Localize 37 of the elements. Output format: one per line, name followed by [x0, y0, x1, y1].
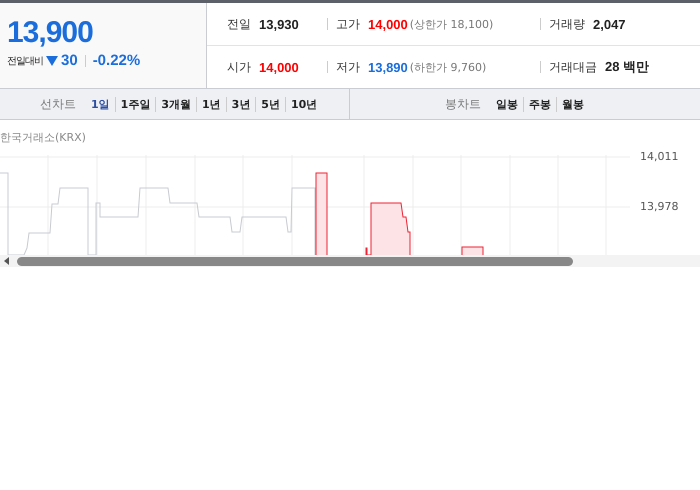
price-limit-note: (상한가 18,100) [410, 16, 494, 32]
period-tab[interactable]: 1년 [196, 96, 226, 112]
rise-area [462, 246, 484, 255]
stat-value: 13,930 [259, 16, 299, 32]
rise-area [366, 202, 410, 255]
stat-value: 2,047 [593, 16, 626, 32]
stat-label: 저가 [336, 58, 360, 76]
period-tab[interactable]: 10년 [284, 96, 322, 112]
period-tab[interactable]: 3개월 [155, 96, 196, 112]
scrollbar-thumb[interactable] [17, 256, 573, 266]
scroll-left-arrow-icon[interactable] [3, 257, 11, 265]
stat-label: 거래대금 [549, 58, 597, 76]
price-limit-note: (하한가 9,760) [410, 60, 486, 74]
y-axis-label: 14,011 [640, 150, 678, 163]
y-axis-label: 13,978 [640, 200, 678, 213]
period-tab[interactable]: 1일 [86, 96, 115, 112]
stat-value: 14,000 [259, 60, 299, 74]
stat-label: 전일 [227, 16, 251, 32]
data-source-label: 한국거래소(KRX) [0, 130, 87, 146]
current-price: 13,900 [7, 17, 94, 49]
period-tab[interactable]: 월봉 [556, 96, 589, 112]
stat-value: 14,000 [368, 16, 408, 32]
chart-type-label: 선차트 [40, 96, 76, 112]
chart-type-label: 봉차트 [445, 96, 481, 112]
period-tab[interactable]: 일봉 [491, 96, 523, 112]
change-amount: 30 [61, 52, 78, 69]
period-tab[interactable]: 3년 [226, 96, 256, 112]
change-percent: -0.22% [92, 52, 140, 69]
change-label: 전일대비 [7, 54, 43, 68]
stat-label: 거래량 [549, 16, 585, 32]
period-tab[interactable]: 5년 [255, 96, 285, 112]
period-tab[interactable]: 주봉 [523, 96, 556, 112]
stat-value: 13,890 [368, 60, 408, 74]
stat-value: 28 백만 [605, 58, 650, 76]
period-tab[interactable]: 1주일 [114, 96, 156, 112]
stat-label: 시가 [227, 58, 251, 76]
stat-label: 고가 [336, 16, 360, 32]
